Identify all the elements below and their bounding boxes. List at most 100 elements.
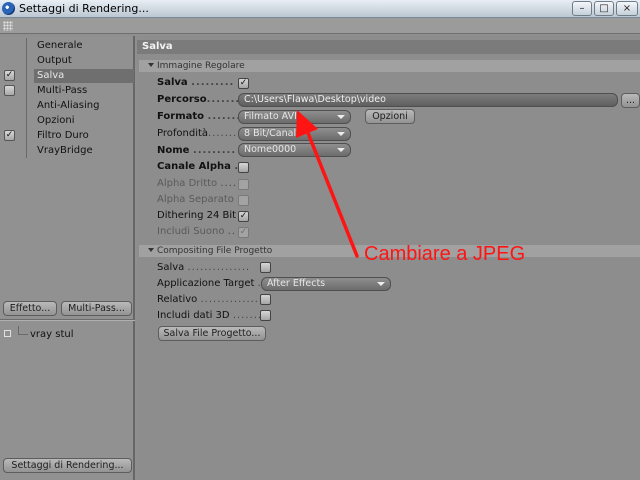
group-header-immagine-regolare[interactable]: Immagine Regolare [139,60,640,72]
multipass-button[interactable]: Multi-Pass... [61,301,132,316]
grip-handle-icon[interactable] [3,21,13,31]
panel-title: Salva [137,40,640,54]
tree-line [26,113,34,128]
formato-label: Formato ....... [157,111,241,122]
label-text: Formato [157,111,205,122]
sidebar-item-multi-pass[interactable]: Multi-Pass [0,83,135,98]
dithering-label: Dithering 24 Bit .. [157,210,248,221]
sidebar-item-opzioni[interactable]: Opzioni [0,113,135,128]
label-dots: .. [227,226,237,237]
effetto-button[interactable]: Effetto... [3,301,57,316]
tree-line [26,38,34,53]
sidebar-item-label: Opzioni [37,115,75,126]
relativo-label: Relativo ............... [157,294,263,305]
render-settings-button[interactable]: Settaggi di Rendering... [3,458,132,473]
label-dots: ......... [192,145,237,156]
settings-category-list: Generale Output ✓ Salva Multi-Pass Anti-… [0,38,135,158]
opzioni-button[interactable]: Opzioni [365,109,415,124]
profondita-selected-value: 8 Bit/Canale [244,128,302,139]
label-dots: ............... [187,262,251,273]
sidebar-divider [0,319,135,321]
group-title: Compositing File Progetto [157,246,273,256]
formato-selected-value: Filmato AVI [244,111,297,122]
tree-line [26,83,34,98]
applicazione-target-dropdown[interactable]: After Effects [261,277,391,291]
tree-line [18,326,28,335]
includi-3d-label: Includi dati 3D ....... [157,310,262,321]
minimize-button[interactable]: – [572,1,592,16]
browse-path-button[interactable]: ... [621,93,640,108]
close-button[interactable]: × [616,1,638,16]
sidebar-item-salva[interactable]: ✓ Salva [0,68,135,83]
label-dots: ......... [191,77,235,88]
multipass-enable-checkbox[interactable] [4,85,15,96]
tree-line [26,143,34,158]
label-dots: ....... [232,310,263,321]
sidebar-item-label: Generale [37,40,83,51]
alpha-separato-label: Alpha Separato .. [157,194,245,205]
salva-file-progetto-button[interactable]: Salva File Progetto... [158,326,266,341]
label-text: Includi Suono [157,226,225,237]
window-title: Settaggi di Rendering... [19,2,149,15]
sidebar-item-anti-aliasing[interactable]: Anti-Aliasing [0,98,135,113]
comp-salva-checkbox[interactable] [260,262,271,273]
settings-sidebar: Generale Output ✓ Salva Multi-Pass Anti-… [0,36,135,480]
tree-line [26,128,34,143]
applicazione-target-label: Applicazione Target ... [157,278,270,289]
label-text: Salva [157,77,188,88]
profondita-label: Profondità....... [157,128,237,139]
percorso-label: Percorso....... [157,94,240,105]
relativo-checkbox[interactable] [260,294,271,305]
label-dots: ....... [206,94,241,105]
canale-alpha-checkbox[interactable] [238,162,249,173]
window-titlebar: Settaggi di Rendering... – □ × [0,0,640,18]
sidebar-item-vraybridge[interactable]: VrayBridge [0,143,135,158]
includi-suono-label: Includi Suono .. [157,226,236,237]
tree-line [26,98,34,113]
collapse-triangle-icon [148,248,154,252]
salva-checkbox[interactable]: ✓ [238,78,249,89]
formato-dropdown[interactable]: Filmato AVI [238,110,351,124]
label-text: Dithering 24 Bit [157,210,237,221]
label-text: Alpha Separato [157,194,234,205]
percorso-input[interactable]: C:\Users\Flawa\Desktop\video [238,93,618,107]
nome-selected-value: Nome0000 [244,144,297,155]
maximize-button[interactable]: □ [594,1,614,16]
setting-marker-icon [4,330,11,337]
sidebar-item-label: Anti-Aliasing [37,100,100,111]
dithering-checkbox[interactable]: ✓ [238,211,249,222]
alpha-separato-checkbox[interactable] [238,195,249,206]
label-text: Includi dati 3D [157,310,230,321]
salva-enable-checkbox[interactable]: ✓ [4,70,15,81]
sidebar-item-label: Salva [34,69,134,83]
sidebar-item-label: Multi-Pass [37,85,88,96]
dropdown-arrow-icon [377,282,385,286]
alpha-dritto-checkbox[interactable] [238,179,249,190]
tree-line [26,68,34,83]
sidebar-item-output[interactable]: Output [0,53,135,68]
nome-dropdown[interactable]: Nome0000 [238,143,351,157]
label-text: Salva [157,262,185,273]
collapse-triangle-icon [148,63,154,67]
applicazione-selected-value: After Effects [267,278,326,289]
label-text: Nome [157,145,190,156]
sidebar-item-label: Output [37,55,72,66]
render-setting-label: vray stul [30,329,74,340]
label-text: Applicazione Target [157,278,255,289]
includi-suono-checkbox[interactable]: ✓ [238,227,249,238]
label-text: Relativo [157,294,198,305]
canale-alpha-label: Canale Alpha . [157,161,239,172]
nome-label: Nome ......... [157,145,236,156]
label-text: Alpha Dritto [157,178,218,189]
group-title: Immagine Regolare [157,61,245,71]
includi-3d-checkbox[interactable] [260,310,271,321]
render-setting-item[interactable]: vray stul [0,326,135,342]
dropdown-arrow-icon [337,148,345,152]
sidebar-item-filtro-duro[interactable]: ✓ Filtro Duro [0,128,135,143]
label-text: Profondità [157,128,209,139]
alpha-dritto-label: Alpha Dritto .... [157,178,237,189]
filtro-duro-enable-checkbox[interactable]: ✓ [4,130,15,141]
profondita-dropdown[interactable]: 8 Bit/Canale [238,127,351,141]
render-settings-list: vray stul [0,326,135,342]
sidebar-item-generale[interactable]: Generale [0,38,135,53]
